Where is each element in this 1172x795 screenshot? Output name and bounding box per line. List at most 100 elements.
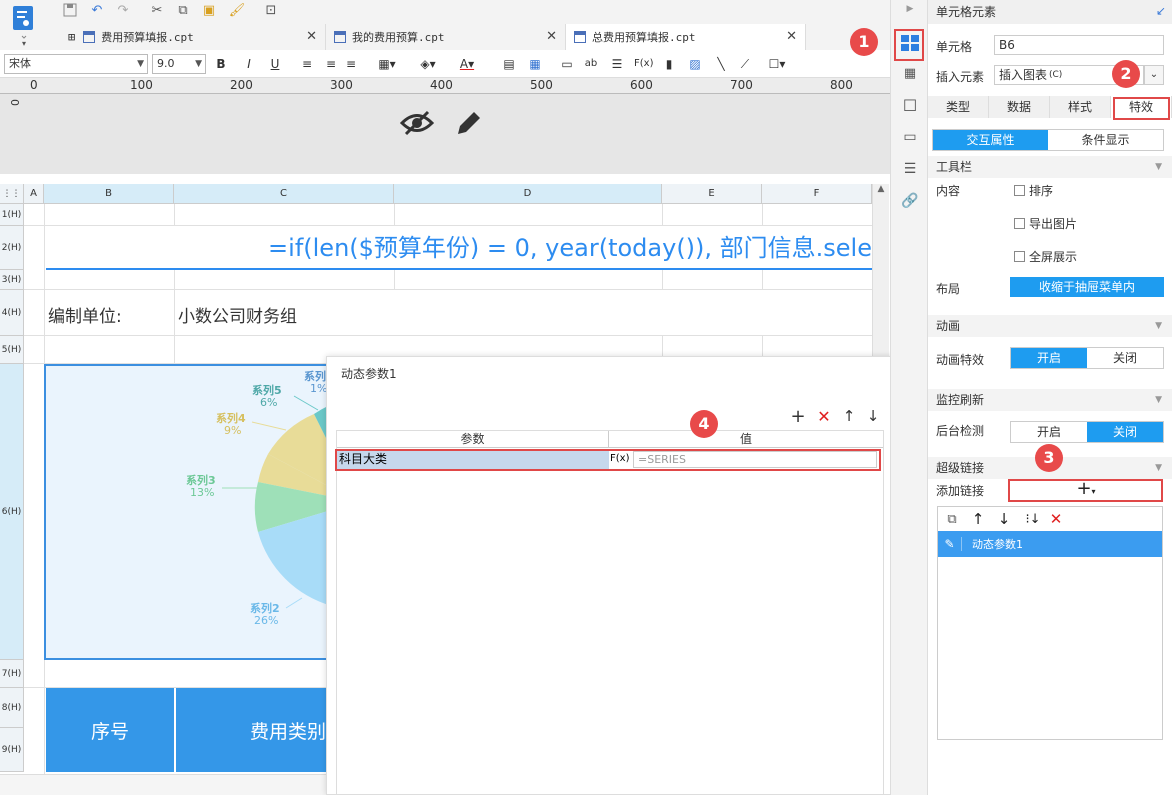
copy-icon[interactable]: ⧉ xyxy=(174,2,192,18)
underline-icon[interactable]: U xyxy=(266,54,284,74)
font-select[interactable]: 宋体 ▼ xyxy=(4,54,148,74)
align-center-icon[interactable]: ≡ xyxy=(322,54,340,74)
cell-attributes-icon[interactable]: ▦ xyxy=(900,64,920,82)
italic-icon[interactable]: I xyxy=(240,54,258,74)
row-header[interactable]: 4(H) xyxy=(0,290,24,336)
tab-total-budget[interactable]: 总费用预算填报.cpt ✕ xyxy=(566,24,806,50)
column-header[interactable]: D xyxy=(394,184,662,204)
preview-icon[interactable]: ⊡ xyxy=(262,2,280,18)
monitor-section[interactable]: 监控刷新 ▼ xyxy=(928,389,1172,411)
dropdown-widget-icon[interactable]: ▭ xyxy=(900,128,920,146)
move-up-icon[interactable]: ↑ xyxy=(842,407,856,425)
tab-budget-fill[interactable]: ⊞ 费用预算填报.cpt ✕ xyxy=(60,24,326,50)
row-header[interactable]: 1(H) xyxy=(0,204,24,226)
align-left-icon[interactable]: ≡ xyxy=(298,54,316,74)
collapse-icon[interactable]: ▶ xyxy=(903,2,917,16)
cell-input[interactable]: B6 xyxy=(994,35,1164,55)
column-header[interactable]: C xyxy=(174,184,394,204)
move-up-icon[interactable]: ↑ xyxy=(970,510,986,528)
chevron-up-icon[interactable]: ▲ xyxy=(873,184,889,194)
row-header[interactable]: 7(H) xyxy=(0,660,24,688)
merge-icon[interactable]: ▭ xyxy=(558,54,576,74)
fill-color-icon[interactable]: ◈▾ xyxy=(414,54,442,74)
column-header[interactable]: E xyxy=(662,184,762,204)
close-icon[interactable]: ✕ xyxy=(306,29,317,44)
year-formula-cell[interactable]: =if(len($预算年份) = 0, year(today()), 部门信息.… xyxy=(46,226,872,270)
select-all-corner[interactable]: ⋮⋮ xyxy=(0,184,24,204)
row-header[interactable]: 6(H) xyxy=(0,364,24,660)
monitor-off[interactable]: 关闭 xyxy=(1087,422,1163,442)
table-widget-icon[interactable]: ☰ xyxy=(900,160,920,178)
chart-cell[interactable]: 系列5 6% 系列4 9% 系列3 13% 系列2 26% 系列 1% xyxy=(44,364,344,660)
bar-chart-icon[interactable]: ▮ xyxy=(660,54,678,74)
chevron-down-icon[interactable]: ▾ xyxy=(18,38,30,48)
tab-my-budget[interactable]: 我的费用预算.cpt ✕ xyxy=(326,24,566,50)
undo-icon[interactable]: ↶ xyxy=(88,2,106,18)
font-size-select[interactable]: 9.0 ▼ xyxy=(152,54,206,74)
delete-icon[interactable]: ✕ xyxy=(1048,510,1064,528)
table-icon[interactable]: ▤ xyxy=(500,54,518,74)
edit-icon[interactable] xyxy=(452,108,484,140)
animation-on[interactable]: 开启 xyxy=(1011,348,1087,368)
widget-icon[interactable]: ☐ xyxy=(900,96,920,115)
align-right-icon[interactable]: ≡ xyxy=(342,54,360,74)
edit-icon[interactable]: ✎ xyxy=(938,537,962,551)
row-header[interactable]: 2(H) xyxy=(0,226,24,270)
chevron-down-icon[interactable]: ⌄ xyxy=(1144,65,1164,85)
eye-hidden-icon[interactable] xyxy=(400,108,434,138)
app-logo-icon[interactable] xyxy=(10,4,38,40)
subtab-condition[interactable]: 条件显示 xyxy=(1048,130,1163,150)
save-icon[interactable] xyxy=(62,2,78,18)
row-header[interactable]: 5(H) xyxy=(0,336,24,364)
tab-type[interactable]: 类型 xyxy=(928,96,989,118)
tab-style[interactable]: 样式 xyxy=(1050,96,1111,118)
row-header[interactable]: 8(H) xyxy=(0,688,24,728)
animation-off[interactable]: 关闭 xyxy=(1087,348,1163,368)
copy-icon[interactable]: ⧉ xyxy=(944,511,960,527)
monitor-on[interactable]: 开启 xyxy=(1011,422,1087,442)
add-icon[interactable]: + xyxy=(790,406,806,427)
text-icon[interactable]: ab xyxy=(582,54,600,74)
link-item[interactable]: ✎ 动态参数1 xyxy=(938,531,1162,557)
unit-value[interactable]: 小数公司财务组 xyxy=(178,302,297,327)
expand-icon[interactable]: ↙ xyxy=(1156,4,1166,18)
formula-icon[interactable]: F(x) xyxy=(634,54,653,74)
pie-pct-series2: 26% xyxy=(254,614,279,627)
diagonal-icon[interactable]: ⟋ xyxy=(736,54,754,74)
paste-icon[interactable]: ▣ xyxy=(200,2,218,18)
redo-icon[interactable]: ↷ xyxy=(114,2,132,18)
sort-icon[interactable]: ⁝↓ xyxy=(1022,511,1044,527)
grid-icon[interactable]: ▦ xyxy=(526,54,544,74)
column-header[interactable]: B xyxy=(44,184,174,204)
font-color-icon[interactable]: A▾ xyxy=(452,54,482,74)
column-header[interactable]: A xyxy=(24,184,44,204)
column-header[interactable]: F xyxy=(762,184,872,204)
cut-icon[interactable]: ✂ xyxy=(148,2,166,18)
header-category-cell[interactable]: 费用类别 xyxy=(176,688,326,772)
fullscreen-checkbox[interactable]: 全屏展示 xyxy=(1014,248,1077,265)
slash-icon[interactable]: ╲ xyxy=(712,54,730,74)
move-down-icon[interactable]: ↓ xyxy=(996,510,1012,528)
row-header[interactable]: 9(H) xyxy=(0,728,24,772)
unit-label[interactable]: 编制单位: xyxy=(48,302,122,327)
move-down-icon[interactable]: ↓ xyxy=(866,407,880,425)
link-icon[interactable]: 🔗 xyxy=(900,192,920,210)
layout-option[interactable]: 收缩于抽屉菜单内 xyxy=(1010,277,1164,297)
delete-icon[interactable]: ✕ xyxy=(816,407,832,426)
row-header[interactable]: 3(H) xyxy=(0,270,24,290)
header-seq-cell[interactable]: 序号 xyxy=(46,688,174,772)
close-icon[interactable]: ✕ xyxy=(786,29,797,44)
close-icon[interactable]: ✕ xyxy=(546,29,557,44)
border-icon[interactable]: ▦▾ xyxy=(374,54,400,74)
tab-data[interactable]: 数据 xyxy=(989,96,1050,118)
sort-checkbox[interactable]: 排序 xyxy=(1014,182,1053,199)
frame-icon[interactable]: ☐▾ xyxy=(764,54,790,74)
format-painter-icon[interactable]: 🖌 xyxy=(228,2,246,18)
subtab-interaction[interactable]: 交互属性 xyxy=(933,130,1048,150)
animation-section[interactable]: 动画 ▼ xyxy=(928,315,1172,337)
bold-icon[interactable]: B xyxy=(212,54,230,74)
export-image-checkbox[interactable]: 导出图片 xyxy=(1014,215,1077,232)
paragraph-icon[interactable]: ☰ xyxy=(608,54,626,74)
toolbar-section[interactable]: 工具栏 ▼ xyxy=(928,156,1172,178)
image-icon[interactable]: ▨ xyxy=(686,54,704,74)
